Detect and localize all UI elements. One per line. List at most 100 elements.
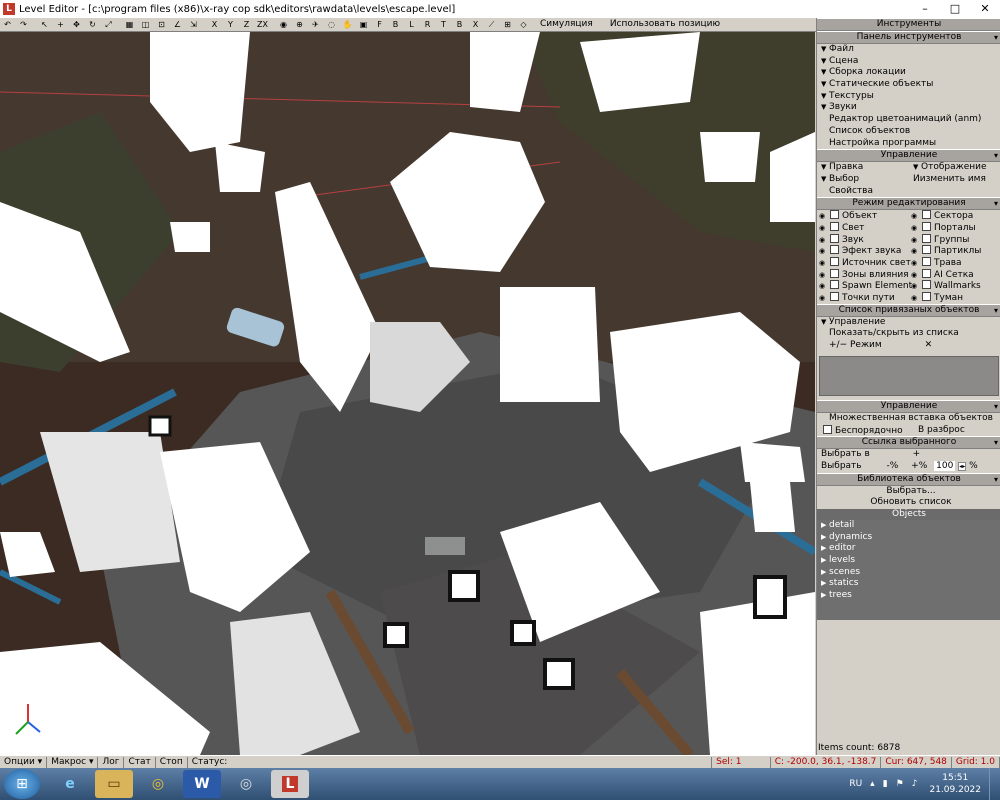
menu-static-objects[interactable]: ▼ Статические объекты <box>817 79 1000 91</box>
mode-sound-effect[interactable]: ◉ Эфект звука <box>817 245 909 257</box>
eye-icon[interactable]: ◉ <box>911 258 920 270</box>
mode-sectors[interactable]: ◉ Сектора <box>909 210 1000 222</box>
mode-checkbox[interactable] <box>922 210 931 220</box>
scale-icon[interactable]: ⤢ <box>101 19 116 30</box>
perspective-icon[interactable]: ⟋ <box>484 19 499 30</box>
control-section-header[interactable]: Управление ▾ <box>817 149 1000 163</box>
triangle-right-icon[interactable]: ▶ <box>821 555 829 567</box>
mode-checkbox[interactable] <box>922 292 931 302</box>
minus-percent-button[interactable]: -% <box>886 461 898 471</box>
mode-spawn-element[interactable]: ◉ Spawn Element <box>817 280 912 292</box>
edit-mode-header[interactable]: Режим редактирования ▾ <box>817 197 1000 211</box>
collapse-icon[interactable]: ▾ <box>994 32 998 43</box>
rotate-icon[interactable]: ↻ <box>85 19 100 30</box>
angle-snap-icon[interactable]: ∠ <box>170 19 185 30</box>
toolbar-section-header[interactable]: Панель инструментов ▾ <box>817 31 1000 44</box>
menu-build[interactable]: ▼ Сборка локации <box>817 67 1000 79</box>
options-menu[interactable]: Опции ▾ <box>0 757 48 768</box>
tree-item-editor[interactable]: ▶ editor <box>817 543 1000 555</box>
mode-checkbox[interactable] <box>922 257 931 266</box>
mode-sound[interactable]: ◉ Звук <box>817 233 909 246</box>
menu-scene[interactable]: ▼ Сцена <box>817 56 1000 68</box>
mode-checkbox[interactable] <box>830 292 839 302</box>
mode-checkbox[interactable] <box>830 210 839 220</box>
collapse-icon[interactable]: ▾ <box>994 401 998 412</box>
random-order-option[interactable]: Беспорядочно <box>821 424 904 437</box>
mode-checkbox[interactable] <box>922 233 931 243</box>
axis-zx-button[interactable]: ZX <box>255 19 270 30</box>
redo-icon[interactable]: ↷ <box>16 19 31 30</box>
vertex-snap-icon[interactable]: ⊡ <box>154 19 169 30</box>
mode-influence-zones[interactable]: ◉ Зоны влияния <box>817 268 909 281</box>
mode-object[interactable]: ◉ Объект <box>817 210 909 222</box>
mode-checkbox[interactable] <box>922 245 931 255</box>
view-r-button[interactable]: R <box>420 19 435 30</box>
eye-icon[interactable]: ◉ <box>911 223 920 235</box>
object-library-header[interactable]: Библиотека объектов ▾ <box>817 472 1000 486</box>
collapse-icon[interactable]: ▾ <box>994 150 998 161</box>
zoom-icon[interactable]: ⊕ <box>292 19 307 30</box>
close-button[interactable]: ✕ <box>970 0 1000 18</box>
language-indicator[interactable]: RU <box>845 779 866 789</box>
triangle-right-icon[interactable]: ▶ <box>821 520 829 532</box>
triangle-right-icon[interactable]: ▶ <box>821 578 829 590</box>
percent-input[interactable]: 100 <box>934 460 956 471</box>
wireframe-icon[interactable]: ◇ <box>516 19 531 30</box>
choose-button[interactable]: Выбрать... <box>817 486 1000 498</box>
mode-checkbox[interactable] <box>830 221 839 231</box>
start-button[interactable]: ⊞ <box>4 769 40 799</box>
chrome-icon[interactable]: ◎ <box>139 770 177 798</box>
triangle-right-icon[interactable]: ▶ <box>821 590 829 602</box>
mode-wallmarks[interactable]: ◉ Wallmarks <box>909 280 1000 292</box>
move-icon[interactable]: ✥ <box>69 19 84 30</box>
axis-x-button[interactable]: X <box>207 19 222 30</box>
mode-checkbox[interactable] <box>830 245 839 255</box>
show-desktop-button[interactable] <box>989 768 1000 800</box>
snap-list-header[interactable]: Список привязаных объектов ▾ <box>817 303 1000 317</box>
mode-checkbox[interactable] <box>830 280 839 290</box>
pan-icon[interactable]: ✋ <box>340 19 355 30</box>
grid-snap-icon[interactable]: ▦ <box>122 19 137 30</box>
menu-edit[interactable]: ▼ Правка <box>817 162 909 174</box>
scene-viewport[interactable] <box>0 32 815 755</box>
tree-item-scenes[interactable]: ▶ scenes <box>817 567 1000 579</box>
scatter-option[interactable]: В разброс <box>904 425 1000 437</box>
chrome-app-icon[interactable]: ◎ <box>227 770 265 798</box>
mode-portals[interactable]: ◉ Порталы <box>909 221 1000 235</box>
mode-fog[interactable]: ◉ Туман <box>909 292 1000 304</box>
flag-icon[interactable]: ⚑ <box>892 779 908 789</box>
log-button[interactable]: Лог <box>98 757 125 768</box>
minimize-button[interactable]: – <box>910 0 940 18</box>
view-icon[interactable]: ▣ <box>356 19 371 30</box>
collapse-icon[interactable]: ▾ <box>994 437 998 448</box>
mode-checkbox[interactable] <box>830 268 839 278</box>
view-bottom-button[interactable]: B <box>452 19 467 30</box>
mode-light[interactable]: ◉ Свет <box>817 221 909 235</box>
menu-file[interactable]: ▼ Файл <box>817 44 1000 56</box>
snap-object-list[interactable] <box>819 355 999 396</box>
macros-menu[interactable]: Макрос ▾ <box>47 757 99 768</box>
mode-particles[interactable]: ◉ Партиклы <box>909 245 1000 257</box>
eye-icon[interactable]: ◉ <box>819 258 828 270</box>
selected-link-header[interactable]: Ссылка выбранного ▾ <box>817 436 1000 450</box>
mode-ai-grid[interactable]: ◉ AI Сетка <box>909 268 1000 281</box>
maximize-button[interactable]: □ <box>940 0 970 18</box>
undo-icon[interactable]: ↶ <box>0 19 15 30</box>
menu-textures[interactable]: ▼ Текстуры <box>817 91 1000 103</box>
eye-icon[interactable]: ◉ <box>819 223 828 235</box>
snap-clear-button[interactable]: ✕ <box>925 340 933 350</box>
triangle-right-icon[interactable]: ▶ <box>821 532 829 544</box>
plus-percent-button[interactable]: +% <box>911 461 927 471</box>
simulation-button[interactable]: Симуляция <box>532 19 601 30</box>
view-f-button[interactable]: F <box>372 19 387 30</box>
collapse-icon[interactable]: ▾ <box>994 198 998 209</box>
link-object-list[interactable]: Список объектов <box>817 126 1000 138</box>
menu-display[interactable]: ▼ Отображение <box>909 162 1000 174</box>
collapse-icon[interactable]: ▾ <box>994 305 998 316</box>
tree-item-trees[interactable]: ▶ trees <box>817 590 1000 602</box>
tree-item-levels[interactable]: ▶ levels <box>817 555 1000 567</box>
move-snap-icon[interactable]: ⇲ <box>186 19 201 30</box>
triangle-right-icon[interactable]: ▶ <box>821 543 829 555</box>
view-t-button[interactable]: T <box>436 19 451 30</box>
mode-groups[interactable]: ◉ Группы <box>909 233 1000 246</box>
